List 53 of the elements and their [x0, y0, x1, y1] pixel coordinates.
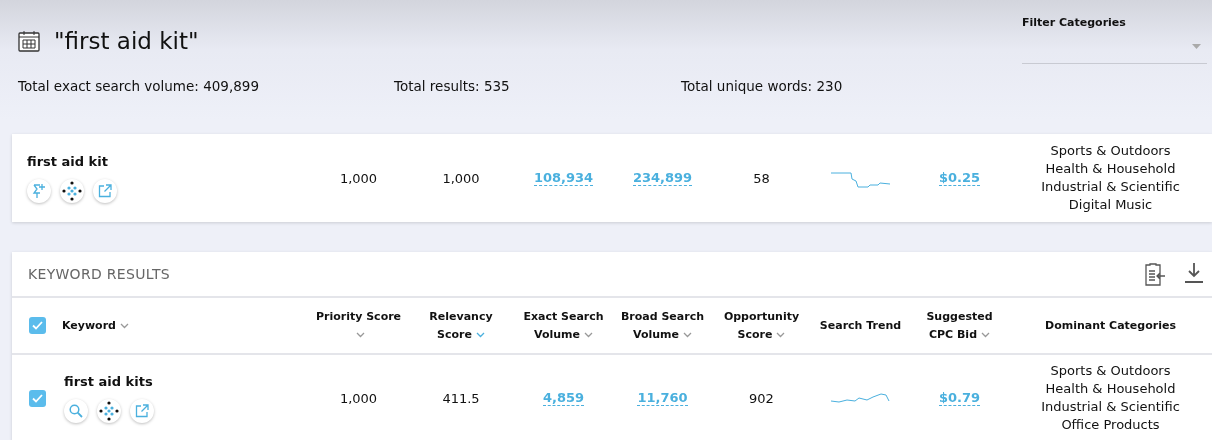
column-header[interactable]: Dominant Categories — [1045, 316, 1176, 335]
keyword-text: first aid kit — [27, 153, 109, 169]
network-button[interactable] — [97, 398, 121, 423]
download-icon — [1184, 262, 1204, 284]
pin-button[interactable] — [27, 178, 51, 203]
category-text: Health & Household — [1045, 380, 1176, 398]
column-header[interactable]: Keyword — [62, 316, 129, 335]
download-button[interactable] — [1184, 262, 1204, 286]
category-text: Industrial & Scientific — [1041, 398, 1180, 416]
category-text: Health & Household — [1045, 160, 1176, 178]
clipboard-button[interactable] — [1142, 262, 1166, 286]
search-icon — [69, 403, 83, 418]
select-all-checkbox[interactable] — [28, 317, 46, 334]
table-cell: 1,000 — [339, 390, 378, 406]
stat-text: Total exact search volume: 409,899 — [18, 78, 260, 94]
category-text: Office Products — [1061, 416, 1160, 434]
category-text: Sports & Outdoors — [1050, 142, 1171, 160]
calendar-icon — [18, 30, 40, 52]
category-text: Industrial & Scientific — [1041, 178, 1180, 196]
network-button[interactable] — [60, 178, 84, 203]
pin-plus-icon — [32, 182, 46, 199]
column-header[interactable]: Exact Search Volume — [517, 307, 610, 344]
table-cell: 1,000 — [442, 170, 480, 186]
column-header[interactable]: Priority Score — [312, 307, 405, 344]
table-cell: 411.5 — [442, 390, 480, 406]
checkmark-icon — [31, 393, 43, 403]
open-link-button[interactable] — [93, 178, 117, 203]
table-cell: 1,000 — [339, 170, 378, 186]
category-text: Sports & Outdoors — [1050, 362, 1171, 380]
open-link-button[interactable] — [130, 398, 154, 423]
checkmark-icon — [31, 321, 43, 330]
stat-text: Total results: 535 — [394, 78, 511, 94]
table-cell: 902 — [749, 390, 774, 406]
column-header[interactable]: Broad Search Volume — [616, 307, 709, 344]
dropdown-caret-icon — [1192, 43, 1201, 49]
category-text: Digital Music — [1068, 196, 1153, 214]
search-button[interactable] — [64, 398, 88, 423]
column-header[interactable]: Search Trend — [819, 316, 902, 335]
page-title: "first aid kit" — [54, 28, 199, 54]
keyword-text: first aid kits — [64, 373, 154, 389]
column-header[interactable]: Opportunity Score — [715, 307, 808, 344]
filter-label: Filter Categories — [1022, 16, 1127, 29]
section-title: KEYWORD RESULTS — [28, 266, 170, 282]
external-link-icon — [135, 403, 149, 418]
row-checkbox[interactable] — [28, 389, 46, 407]
stat-text: Total unique words: 230 — [681, 78, 843, 94]
table-cell: 58 — [753, 170, 770, 186]
clipboard-icon — [1142, 262, 1166, 286]
dots-network-icon — [62, 180, 82, 201]
external-link-icon — [98, 183, 112, 198]
column-header[interactable]: Suggested CPC Bid — [913, 307, 1006, 344]
column-header[interactable]: Relevancy Score — [415, 307, 507, 344]
dots-network-icon — [99, 400, 119, 421]
